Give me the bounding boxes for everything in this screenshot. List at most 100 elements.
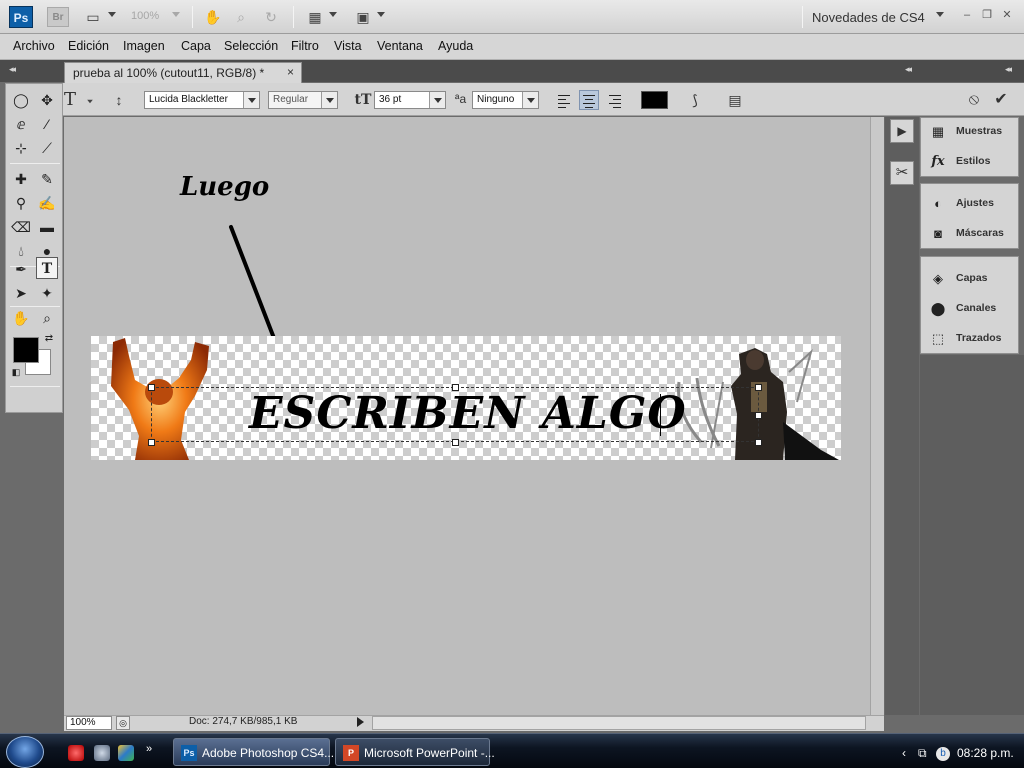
healing-brush-tool-icon[interactable]: ✚ (10, 168, 32, 190)
panel-masks[interactable]: ◙ Máscaras (921, 220, 1018, 248)
hand-tool-icon[interactable]: ✋ (10, 307, 32, 329)
character-panel-icon[interactable]: ▤ (724, 89, 746, 111)
minimize-icon[interactable]: – (960, 9, 974, 21)
vertical-scrollbar[interactable] (870, 117, 884, 715)
chevron-down-icon[interactable] (87, 99, 93, 104)
document-tab[interactable]: prueba al 100% (cutout11, RGB/8) * × (64, 62, 302, 83)
panel-paths[interactable]: ⬚ Trazados (921, 325, 1018, 353)
cancel-edit-icon[interactable]: ⦸ (963, 89, 985, 111)
bridge-launch-button[interactable]: Br (47, 7, 69, 27)
quick-launch-paint-icon[interactable] (118, 745, 134, 761)
zoom-tool-icon[interactable]: ⌕ (36, 307, 58, 329)
tray-expand-icon[interactable]: ‹ (902, 746, 906, 760)
quick-launch-opera-icon[interactable] (68, 745, 84, 761)
brush-tool-icon[interactable]: ✎ (36, 168, 58, 190)
lasso-tool-icon[interactable]: ⅇ (10, 113, 32, 135)
zoom-icon[interactable]: ⌕ (231, 8, 251, 26)
menu-seleccion[interactable]: Selección (224, 39, 278, 53)
default-colors-icon[interactable]: ◧ (10, 366, 22, 378)
chevron-down-icon[interactable] (321, 92, 337, 108)
arrange-documents-icon[interactable]: ▦ (305, 8, 325, 26)
menu-capa[interactable]: Capa (181, 39, 211, 53)
system-clock[interactable]: 08:28 p.m. (957, 746, 1014, 760)
align-left-button[interactable] (554, 90, 574, 110)
chevron-down-icon[interactable] (377, 12, 385, 17)
magic-wand-tool-icon[interactable]: ⁄ (36, 113, 58, 135)
transform-handle[interactable] (755, 412, 762, 419)
transform-handle[interactable] (755, 439, 762, 446)
path-selection-tool-icon[interactable]: ➤ (10, 282, 32, 304)
eraser-tool-icon[interactable]: ⌫ (10, 216, 32, 238)
menu-edicion[interactable]: Edición (68, 39, 109, 53)
transform-handle[interactable] (755, 384, 762, 391)
marquee-tool-icon[interactable]: ◯ (10, 89, 32, 111)
horizontal-scrollbar[interactable] (372, 716, 866, 730)
rotate-view-icon[interactable]: ↻ (261, 8, 281, 26)
pen-tool-icon[interactable]: ✒ (10, 258, 32, 280)
image-canvas[interactable]: ESCRIBEN ALGO (91, 336, 841, 460)
transform-handle[interactable] (452, 439, 459, 446)
tools-presets-icon[interactable]: ✂ (890, 161, 914, 185)
chevron-down-icon[interactable] (329, 12, 337, 17)
status-menu-arrow-icon[interactable] (357, 717, 364, 727)
font-size-field[interactable]: 36 pt (374, 91, 446, 109)
eyedropper-tool-icon[interactable]: ⟋ (36, 137, 58, 159)
text-orientation-icon[interactable]: ↕ (108, 89, 130, 111)
status-info-icon[interactable]: ◎ (116, 716, 130, 730)
screen-mode-toggle-icon[interactable]: ▣ (353, 8, 373, 26)
canvas-text-layer[interactable]: ESCRIBEN ALGO (249, 388, 687, 439)
chevron-down-icon[interactable] (108, 12, 116, 17)
menu-filtro[interactable]: Filtro (291, 39, 319, 53)
menu-ayuda[interactable]: Ayuda (438, 39, 473, 53)
transform-handle[interactable] (148, 384, 155, 391)
chevron-down-icon[interactable] (172, 12, 180, 17)
restore-icon[interactable]: ❐ (980, 9, 994, 21)
text-color-swatch[interactable] (641, 91, 668, 109)
warp-text-icon[interactable]: ⟆ (684, 89, 706, 111)
chevron-down-icon[interactable] (429, 92, 445, 108)
panel-styles[interactable]: fx Estilos (921, 148, 1018, 176)
zoom-field[interactable]: 100% (66, 716, 112, 730)
panel-layers[interactable]: ◈ Capas (921, 265, 1018, 293)
antialias-select[interactable]: Ninguno (472, 91, 539, 109)
shape-tool-icon[interactable]: ✦ (36, 282, 58, 304)
panel-swatches[interactable]: ▦ Muestras (921, 118, 1018, 146)
chevron-down-icon[interactable] (936, 12, 944, 17)
font-style-select[interactable]: Regular (268, 91, 338, 109)
chevron-down-icon[interactable] (522, 92, 538, 108)
screen-mode-icon[interactable]: ▭ (83, 8, 103, 26)
photoshop-logo[interactable]: Ps (9, 6, 33, 28)
menu-vista[interactable]: Vista (334, 39, 362, 53)
gradient-tool-icon[interactable]: ▬ (36, 216, 58, 238)
commit-edit-icon[interactable]: ✔ (990, 89, 1012, 111)
menu-ventana[interactable]: Ventana (377, 39, 423, 53)
network-icon[interactable]: ⧉ (918, 746, 927, 761)
start-button[interactable] (6, 736, 44, 768)
clone-stamp-tool-icon[interactable]: ⚲ (10, 192, 32, 214)
crop-tool-icon[interactable]: ⊹ (10, 137, 32, 159)
taskbar-photoshop[interactable]: Ps Adobe Photoshop CS4... (173, 738, 334, 766)
actions-panel-icon[interactable]: ▶ (890, 119, 914, 143)
menu-imagen[interactable]: Imagen (123, 39, 165, 53)
move-tool-icon[interactable]: ✥ (36, 89, 58, 111)
transform-handle[interactable] (148, 439, 155, 446)
align-center-button[interactable] (579, 90, 599, 110)
swap-colors-icon[interactable]: ⇄ (42, 332, 56, 346)
panel-channels[interactable]: ⬤ Canales (921, 295, 1018, 323)
menu-archivo[interactable]: Archivo (13, 39, 55, 53)
type-tool-icon[interactable]: T (36, 257, 58, 279)
quick-launch-browser-icon[interactable] (94, 745, 110, 761)
workspace-switcher[interactable]: Novedades de CS4 (812, 10, 925, 25)
close-icon[interactable]: ✕ (1000, 9, 1014, 21)
taskbar-powerpoint[interactable]: P Microsoft PowerPoint -... (335, 738, 495, 766)
chevron-down-icon[interactable] (243, 92, 259, 108)
collapse-dock-icon[interactable]: ◂◂ (905, 64, 912, 75)
collapse-tools-icon[interactable]: ◂◂ (9, 64, 16, 75)
app-tray-icon[interactable]: b (936, 747, 950, 761)
foreground-color-front[interactable] (13, 337, 39, 363)
font-family-select[interactable]: Lucida Blackletter (144, 91, 260, 109)
close-tab-icon[interactable]: × (287, 65, 294, 79)
panel-adjustments[interactable]: ◐ Ajustes (921, 190, 1018, 218)
align-right-button[interactable] (605, 90, 625, 110)
history-brush-tool-icon[interactable]: ✍ (36, 192, 58, 214)
